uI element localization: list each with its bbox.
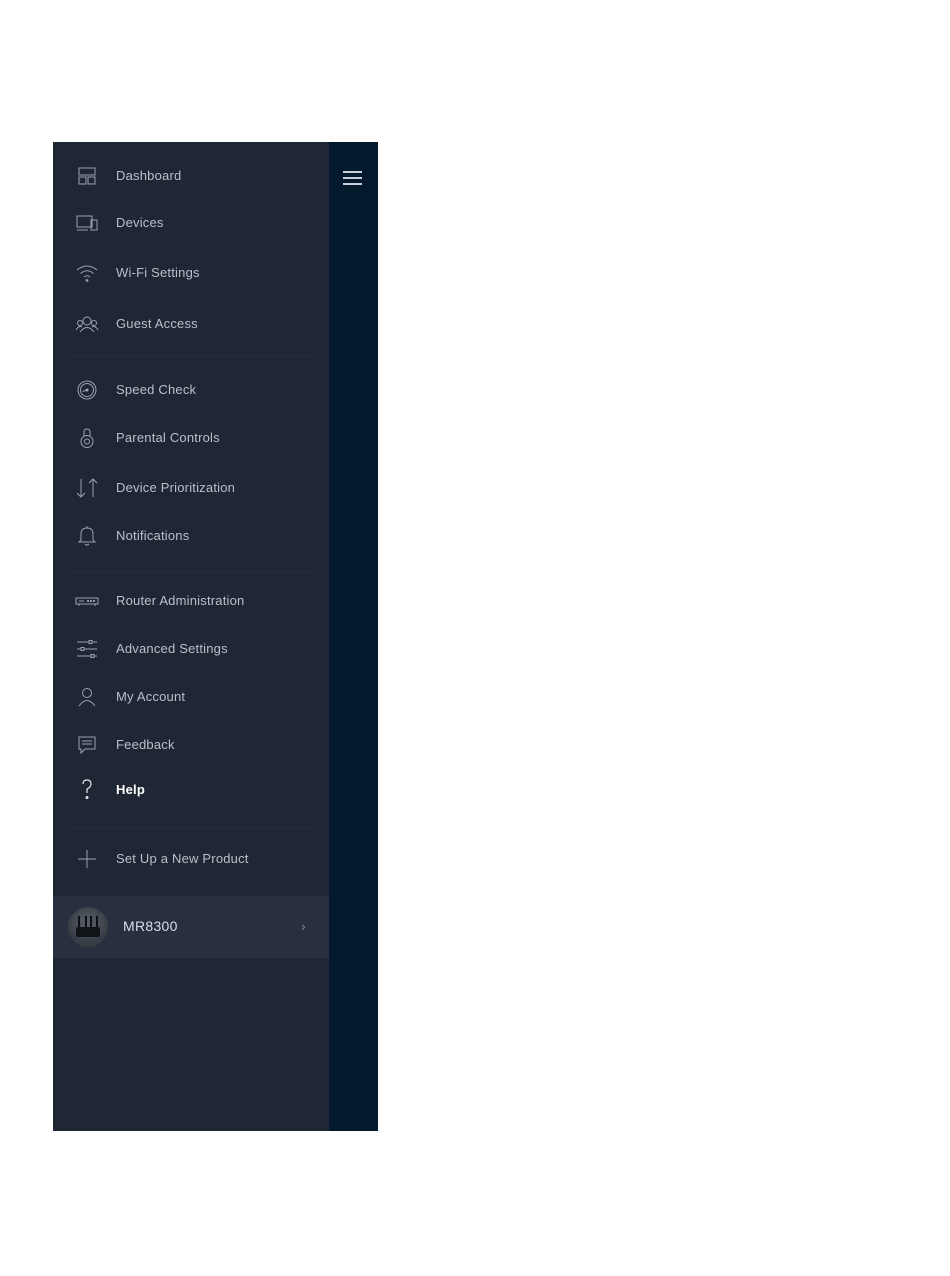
sliders-icon [75,637,99,661]
menu-item-speed-check[interactable]: Speed Check [53,370,329,410]
menu-item-my-account[interactable]: My Account [53,677,329,717]
menu-item-label: Advanced Settings [116,641,228,656]
menu-item-guest-access[interactable]: Guest Access [53,304,329,344]
menu-item-label: Parental Controls [116,430,220,445]
user-icon [75,685,99,709]
dashboard-icon [75,164,99,188]
chevron-right-icon: › [301,918,306,934]
menu-item-dashboard[interactable]: Dashboard [53,156,329,196]
plus-icon [75,847,99,871]
menu-item-label: Device Prioritization [116,480,236,495]
menu-divider [69,356,313,357]
prioritization-arrows-icon [75,476,99,500]
menu-item-help[interactable]: Help [53,770,329,810]
bell-icon [75,524,99,548]
menu-divider [69,572,313,573]
menu-item-parental-controls[interactable]: Parental Controls [53,418,329,458]
menu-item-devices[interactable]: Devices [53,203,329,243]
menu-item-notifications[interactable]: Notifications [53,516,329,556]
parental-controls-icon [75,426,99,450]
menu-item-advanced-settings[interactable]: Advanced Settings [53,629,329,669]
speed-check-icon [75,378,99,402]
hamburger-menu-icon[interactable] [343,171,362,185]
menu-divider [69,828,313,829]
menu-item-label: Wi-Fi Settings [116,265,200,280]
menu-item-label: Dashboard [116,168,182,183]
menu-item-label: Devices [116,215,164,230]
devices-icon [75,211,99,235]
menu-item-label: Router Administration [116,593,245,608]
wifi-icon [75,261,99,285]
side-strip [329,142,378,1131]
menu-item-wifi-settings[interactable]: Wi-Fi Settings [53,253,329,293]
menu-item-device-prioritization[interactable]: Device Prioritization [53,468,329,508]
device-name: MR8300 [123,918,178,934]
help-icon [75,778,99,802]
menu-item-set-up-new-product[interactable]: Set Up a New Product [53,839,329,879]
menu-item-label: Set Up a New Product [116,851,249,866]
router-icon [75,589,99,613]
menu-item-label: Notifications [116,528,190,543]
router-avatar [68,907,108,947]
menu-item-label: My Account [116,689,186,704]
device-selector-row[interactable]: MR8300 › [53,896,329,958]
menu-item-label: Speed Check [116,382,197,397]
menu-item-router-administration[interactable]: Router Administration [53,581,329,621]
navigation-drawer: Dashboard Devices Wi-Fi Settings Guest A… [53,142,378,1131]
menu-item-feedback[interactable]: Feedback [53,725,329,765]
menu-item-label: Help [116,782,145,797]
feedback-icon [75,733,99,757]
menu-item-label: Guest Access [116,316,198,331]
menu-item-label: Feedback [116,737,175,752]
guest-access-icon [75,312,99,336]
